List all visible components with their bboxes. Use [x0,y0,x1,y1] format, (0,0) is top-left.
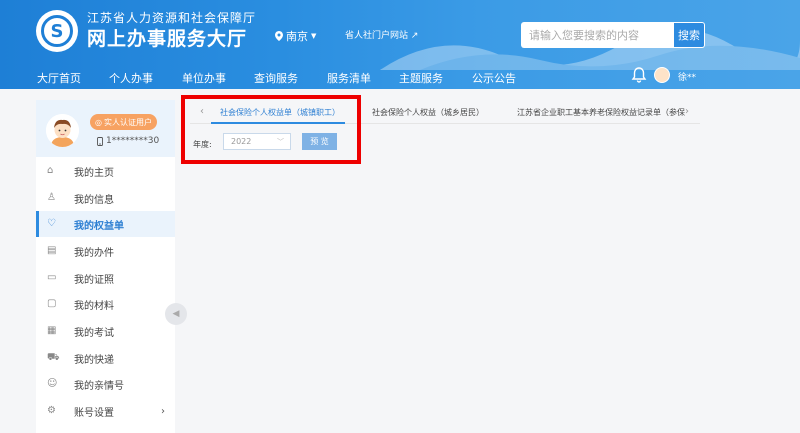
location-pin-icon [275,31,283,41]
search-input[interactable] [521,22,674,48]
nav-item-query[interactable]: 查询服务 [254,70,298,86]
sidebar-item-delivery[interactable]: ⛟ 我的快递 [36,345,175,371]
sidebar-item-label: 我的证照 [74,274,114,286]
user-name[interactable]: 徐** [678,70,696,83]
truck-icon: ⛟ [47,352,60,363]
site-logo[interactable]: S [36,10,78,52]
user-avatar[interactable] [654,67,670,83]
sidebar-item-label: 账号设置 [74,407,114,419]
sidebar-item-label: 我的权益单 [74,220,124,232]
nav-item-service-list[interactable]: 服务清单 [327,70,371,86]
sidebar-collapse-button[interactable]: ◀ [165,303,187,325]
sidebar-item-label: 我的亲情号 [74,380,124,392]
mobile-phone-icon [97,136,103,146]
profile-card: ◎ 实人认证用户 1********30 [36,100,175,157]
site-header: S 江苏省人力资源和社会保障厅 网上办事服务大厅 南京 ▼ 省人社门户网站 ↗ … [0,0,800,89]
caret-left-icon: ◀ [172,309,180,319]
sidebar-item-label: 我的主页 [74,167,114,179]
tab-urban-rural-resident[interactable]: 社会保险个人权益（城乡居民） [372,107,484,118]
card-icon: ▭ [47,272,57,283]
sidebar-item-exams[interactable]: ▦ 我的考试 [36,318,175,344]
user-icon: ♙ [47,192,56,203]
sidebar-item-label: 我的考试 [74,327,114,339]
sidebar-item-materials[interactable]: ▢ 我的材料 [36,291,175,317]
sidebar-item-cases[interactable]: ▤ 我的办件 [36,238,175,264]
external-link-icon: ↗ [410,31,419,41]
avatar [46,114,79,147]
city-name: 南京 [286,30,308,43]
portal-link[interactable]: 省人社门户网站 ↗ [345,28,418,41]
sidebar-item-family-number[interactable]: ☺ 我的亲情号 [36,371,175,397]
phone-number: 1********30 [97,136,159,146]
annotation-highlight-box [181,95,361,164]
cartoon-avatar-icon [46,114,79,147]
document-icon: ▤ [47,245,57,256]
home-icon: ⌂ [47,165,54,176]
sidebar-item-label: 我的信息 [74,194,114,206]
settings-icon: ⚙ [47,405,56,416]
nav-item-personal[interactable]: 个人办事 [109,70,153,86]
sidebar-item-label: 我的办件 [74,247,114,259]
search-button[interactable]: 搜索 [674,22,705,48]
sidebar-item-account-settings[interactable]: ⚙ 账号设置 › [36,398,175,424]
sidebar: ◎ 实人认证用户 1********30 ⌂ 我的主页 ♙ 我的信息 ♡ 我的权… [36,100,175,433]
sidebar-item-home[interactable]: ⌂ 我的主页 [36,158,175,184]
nav-item-company[interactable]: 单位办事 [182,70,226,86]
bell-icon[interactable] [631,67,647,83]
sidebar-item-info[interactable]: ♙ 我的信息 [36,185,175,211]
sidebar-item-label: 我的快递 [74,354,114,366]
nav-item-hall-home[interactable]: 大厅首页 [37,70,81,86]
nav-item-topics[interactable]: 主题服务 [399,70,443,86]
sidebar-item-licenses[interactable]: ▭ 我的证照 [36,265,175,291]
verified-user-badge: ◎ 实人认证用户 [90,114,157,130]
folder-icon: ▢ [47,298,57,309]
verified-icon: ◎ [95,117,102,127]
chevron-down-icon: ▼ [311,32,317,40]
nav-item-notices[interactable]: 公示公告 [472,70,516,86]
site-title: 网上办事服务大厅 [87,28,248,50]
logo-emblem-icon: S [41,15,73,47]
sidebar-item-rights-statement[interactable]: ♡ 我的权益单 [36,211,175,237]
tab-pension-record[interactable]: 江苏省企业职工基本养老保险权益记录单（参保 [517,107,685,118]
shield-icon: ♡ [47,218,56,229]
family-icon: ☺ [47,378,58,389]
sidebar-item-label: 我的材料 [74,300,114,312]
city-selector[interactable]: 南京 ▼ [275,28,316,44]
tab-scroll-right-icon[interactable]: › [685,106,689,117]
portal-link-label: 省人社门户网站 [345,31,409,41]
phone-number-text: 1********30 [106,136,160,146]
exam-icon: ▦ [47,325,57,336]
verified-badge-label: 实人认证用户 [103,117,152,127]
chevron-right-icon: › [161,405,165,417]
